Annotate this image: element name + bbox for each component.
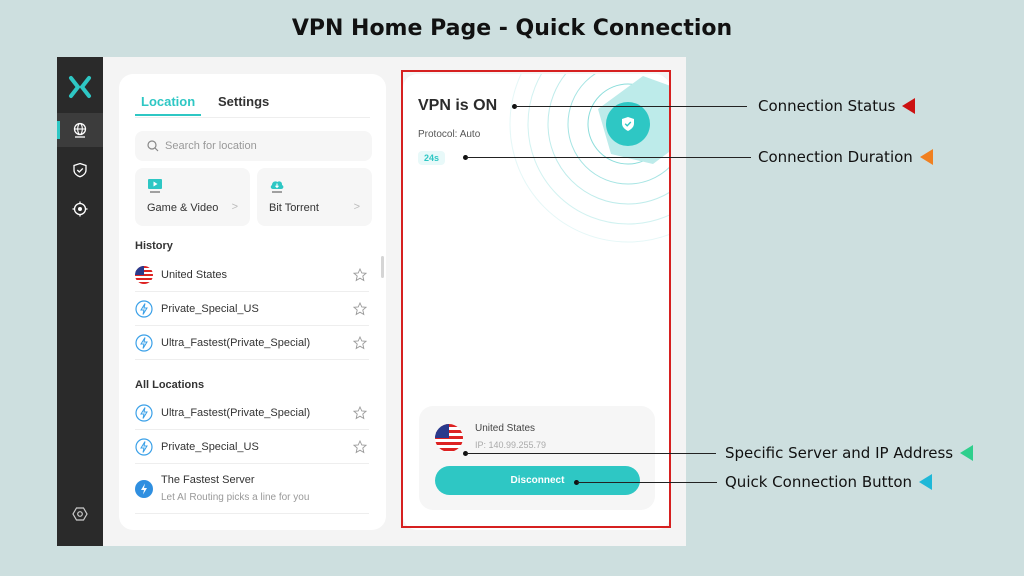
- location-item-label: Private_Special_US: [161, 440, 259, 453]
- connection-status: VPN is ON: [418, 97, 498, 114]
- fastest-server-item[interactable]: The Fastest Server Let AI Routing picks …: [135, 464, 369, 514]
- bolt-circle-icon: [135, 437, 153, 456]
- protocol-label: Protocol: Auto: [418, 129, 481, 140]
- vpn-app-window: Location Settings Game & Video >: [57, 57, 686, 546]
- callout-line: [515, 106, 747, 107]
- quick-bit-torrent[interactable]: Bit Torrent >: [257, 168, 372, 226]
- star-icon[interactable]: [353, 335, 367, 350]
- location-panel: Location Settings Game & Video >: [119, 74, 386, 530]
- star-icon[interactable]: [353, 301, 367, 316]
- gear-hexagon-icon: [72, 507, 88, 521]
- callout-quick-connection: Quick Connection Button: [725, 473, 933, 491]
- callout-label-text: Connection Duration: [758, 148, 913, 166]
- rail-item-protection[interactable]: [57, 153, 103, 187]
- search-box[interactable]: [135, 131, 372, 161]
- us-flag-icon: [435, 424, 463, 452]
- callout-line: [466, 453, 716, 454]
- star-icon[interactable]: [353, 439, 367, 454]
- bolt-filled-icon: [135, 479, 153, 498]
- all-locations-title: All Locations: [135, 379, 205, 391]
- rail-item-settings[interactable]: [57, 497, 103, 531]
- chevron-right-icon: >: [231, 201, 238, 213]
- shield-check-icon: [622, 117, 634, 131]
- quick-game-video[interactable]: Game & Video >: [135, 168, 250, 226]
- star-icon[interactable]: [353, 267, 367, 282]
- history-title: History: [135, 240, 173, 252]
- callout-connection-duration: Connection Duration: [758, 148, 933, 166]
- globe-icon: [73, 122, 87, 138]
- search-icon: [147, 140, 159, 152]
- slide-title: VPN Home Page - Quick Connection: [291, 16, 733, 41]
- quick-bit-torrent-label: Bit Torrent: [269, 202, 319, 214]
- callout-connection-status: Connection Status: [758, 97, 916, 115]
- fastest-server-label: The Fastest Server: [161, 474, 255, 486]
- star-icon[interactable]: [353, 405, 367, 420]
- tab-location[interactable]: Location: [134, 94, 202, 116]
- search-input[interactable]: [165, 140, 355, 152]
- nav-rail: [57, 57, 103, 546]
- callout-label-text: Connection Status: [758, 97, 896, 115]
- callout-label-text: Quick Connection Button: [725, 473, 913, 491]
- triangle-marker-icon: [902, 98, 916, 114]
- history-item-label: United States: [161, 268, 228, 281]
- server-ip: IP: 140.99.255.79: [475, 440, 547, 450]
- triangle-marker-icon: [960, 445, 974, 461]
- scrollbar[interactable]: [381, 256, 384, 278]
- bolt-circle-icon: [135, 403, 153, 422]
- callout-line: [466, 157, 751, 158]
- location-item[interactable]: Ultra_Fastest(Private_Special): [135, 396, 369, 430]
- us-flag-icon: [135, 265, 153, 284]
- connected-server-card: United States IP: 140.99.255.79 Disconne…: [419, 406, 655, 510]
- callout-line: [577, 482, 717, 483]
- signal-rings-graphic: [509, 74, 670, 243]
- tab-settings[interactable]: Settings: [218, 94, 269, 109]
- fastest-server-sub: Let AI Routing picks a line for you: [161, 492, 310, 503]
- tab-bar: Location Settings: [134, 94, 370, 118]
- callout-server-ip: Specific Server and IP Address: [725, 444, 974, 462]
- server-country: United States: [475, 423, 536, 434]
- location-item-label: Ultra_Fastest(Private_Special): [161, 406, 311, 419]
- rail-item-target[interactable]: [57, 192, 103, 226]
- rail-item-locations[interactable]: [57, 113, 103, 147]
- history-item-label: Private_Special_US: [161, 302, 259, 315]
- location-item[interactable]: Private_Special_US: [135, 430, 369, 464]
- bolt-circle-icon: [135, 333, 153, 352]
- history-item-label: Ultra_Fastest(Private_Special): [161, 336, 311, 349]
- callout-label-text: Specific Server and IP Address: [725, 444, 954, 462]
- tv-play-icon: [148, 179, 162, 193]
- history-item[interactable]: United States: [135, 258, 369, 292]
- bolt-circle-icon: [135, 299, 153, 318]
- connection-duration-badge: 24s: [418, 151, 446, 165]
- history-item[interactable]: Private_Special_US: [135, 292, 369, 326]
- chevron-right-icon: >: [353, 201, 360, 213]
- disconnect-button[interactable]: Disconnect: [435, 466, 640, 495]
- app-logo-icon: [69, 76, 91, 98]
- crosshair-icon: [72, 201, 88, 217]
- history-item[interactable]: Ultra_Fastest(Private_Special): [135, 326, 369, 360]
- quick-game-video-label: Game & Video: [147, 202, 219, 214]
- connection-panel: VPN is ON Protocol: Auto 24s United Stat…: [403, 74, 670, 530]
- triangle-marker-icon: [919, 474, 933, 490]
- shield-check-icon: [73, 162, 87, 178]
- triangle-marker-icon: [919, 149, 933, 165]
- cloud-download-icon: [270, 181, 284, 193]
